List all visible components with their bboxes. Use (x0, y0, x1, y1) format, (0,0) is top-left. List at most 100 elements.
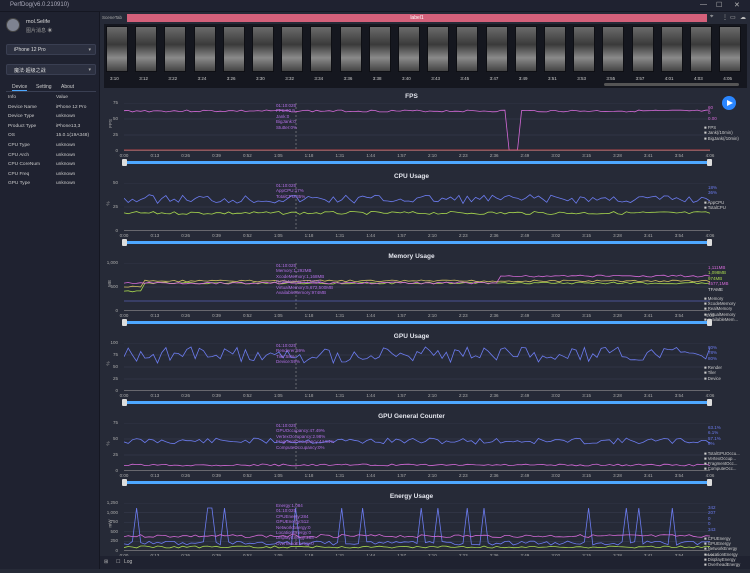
x-tick-label: 0:52 (242, 153, 252, 158)
cloud-icon[interactable]: ☁ (740, 14, 746, 21)
slider-handle-right[interactable] (707, 399, 712, 406)
y-tick-label: 1,000 (106, 509, 118, 515)
x-tick-label: 3:41 (643, 393, 653, 398)
maximize-icon[interactable]: ☐ (716, 1, 722, 9)
legend-values: 60 0 0.00 (708, 105, 717, 121)
frame-thumbnail[interactable] (690, 26, 712, 72)
frame-thumbnail[interactable] (106, 26, 128, 72)
frame-thumbnail[interactable] (135, 26, 158, 72)
log-checkbox[interactable]: ☐ (116, 559, 120, 565)
slider-handle-right[interactable] (707, 239, 712, 246)
info-col-header: Info (8, 95, 17, 100)
tab-device[interactable]: Device (12, 84, 28, 91)
chart-title: FPS (405, 93, 418, 100)
more-icon[interactable]: ⋮ (722, 14, 728, 21)
frame-thumbnail[interactable] (368, 26, 391, 72)
x-tick-label: 1:18 (304, 393, 314, 398)
legend-value: 343 (708, 526, 716, 532)
chart-plot-area[interactable] (124, 263, 710, 311)
device-select[interactable]: iPhone 12 Pro ▾ (6, 44, 96, 55)
slider-handle-left[interactable] (122, 399, 127, 406)
screenshot-strip[interactable]: 3:10 3:12 3:22 3:24 3:26 3:30 3:32 3:34 3:36 3:38… (104, 24, 747, 88)
frame-thumbnail[interactable] (485, 26, 508, 72)
scene-label-tab[interactable]: label1 (127, 14, 707, 22)
frame-thumbnail[interactable] (427, 26, 450, 72)
info-value: unknown (56, 114, 76, 120)
x-tick-label: 0:13 (150, 313, 160, 318)
tab-setting[interactable]: Setting (36, 84, 52, 90)
legend-item[interactable]: ■ OverheadEnergy (704, 562, 740, 567)
time-range-slider[interactable] (122, 239, 712, 246)
time-range-slider[interactable] (122, 399, 712, 406)
strip-scrollbar[interactable] (604, 83, 739, 86)
x-tick-label: 1:44 (366, 393, 376, 398)
legend-item[interactable]: ■ AvailableMem... (704, 317, 738, 322)
chart-plot-area[interactable] (124, 343, 710, 391)
chart-plot-area[interactable] (124, 103, 710, 151)
time-range-slider[interactable] (122, 319, 712, 326)
frame-thumbnail[interactable] (573, 26, 596, 72)
frame-thumbnail[interactable] (456, 26, 479, 72)
slider-handle-left[interactable] (122, 239, 127, 246)
frame-thumbnail[interactable] (602, 26, 625, 72)
y-tick-label: 75 (112, 420, 118, 425)
tab-about[interactable]: About (61, 84, 74, 90)
frame-thumbnail[interactable] (339, 26, 362, 72)
table-row: GPU Type unknown (6, 180, 96, 190)
legend-value: 0% (708, 441, 715, 447)
x-tick-label: 2:49 (520, 393, 530, 398)
table-row: CPU CoreNum unknown (6, 161, 96, 171)
slider-handle-left[interactable] (122, 319, 127, 326)
time-range-slider[interactable] (122, 159, 712, 166)
folder-icon[interactable]: ▭ (730, 14, 736, 21)
legend-item[interactable]: ■ Device (704, 376, 722, 381)
y-tick-label: 50 (112, 116, 118, 121)
avatar[interactable] (6, 18, 20, 32)
frame-thumbnail[interactable] (398, 26, 420, 72)
frame-thumbnail[interactable] (252, 26, 274, 72)
table-row: OS 15.0.1(19A348) (6, 132, 96, 142)
location-icon[interactable]: ⌖ (710, 14, 713, 21)
play-button[interactable] (722, 96, 736, 110)
frame-thumbnail[interactable] (281, 26, 304, 72)
x-tick-label: 3:28 (613, 473, 622, 478)
slider-handle-left[interactable] (122, 159, 127, 166)
expand-icon[interactable]: ⊞ (104, 559, 108, 565)
x-tick-label: 4:06 (705, 153, 715, 158)
chart-plot-area[interactable] (124, 183, 710, 231)
info-key: Product Type (8, 123, 37, 129)
chart-panel: GPU General Counter% 75 50 25 0 01:10:025 GPUO… (104, 413, 719, 493)
frame-thumbnail[interactable] (719, 26, 742, 72)
app-select[interactable]: 魔法·超级之战 ▾ (6, 64, 96, 75)
slider-handle-left[interactable] (122, 479, 127, 486)
frame-thumbnail[interactable] (222, 26, 245, 72)
frame-thumbnail[interactable] (514, 26, 537, 72)
y-axis-label: % (105, 441, 111, 446)
x-tick-label: 3:54 (674, 393, 684, 398)
y-tick-label: 50 (112, 364, 118, 369)
y-tick-label: 75 (112, 100, 118, 105)
device-select-value: iPhone 12 Pro (14, 47, 46, 53)
frame-thumbnail[interactable] (660, 26, 683, 72)
legend-item[interactable]: ■ ComputeOcc... (704, 466, 740, 471)
slider-handle-right[interactable] (707, 159, 712, 166)
chart-svg (124, 343, 710, 391)
frame-thumbnail[interactable] (164, 26, 187, 72)
legend-item[interactable]: ■ BigJank(/10min) (704, 136, 739, 141)
legend-item[interactable]: ■ TotalCPU (704, 205, 726, 210)
x-tick-label: 3:15 (582, 153, 592, 158)
slider-handle-right[interactable] (707, 479, 712, 486)
chart-plot-area[interactable] (124, 503, 710, 551)
time-range-slider[interactable] (122, 479, 712, 486)
footer: ⊞ ☐ Log (100, 556, 750, 569)
y-tick-label: 0 (115, 228, 118, 233)
frame-thumbnail[interactable] (544, 26, 566, 72)
chart-plot-area[interactable] (124, 423, 710, 471)
close-icon[interactable]: ✕ (734, 1, 740, 9)
frame-thumbnail[interactable] (193, 26, 216, 72)
minimize-icon[interactable]: — (700, 1, 707, 8)
frame-thumbnail[interactable] (310, 26, 333, 72)
x-tick-label: 3:28 (613, 233, 622, 238)
frame-thumbnail[interactable] (631, 26, 654, 72)
x-tick-label: 4:06 (705, 393, 715, 398)
